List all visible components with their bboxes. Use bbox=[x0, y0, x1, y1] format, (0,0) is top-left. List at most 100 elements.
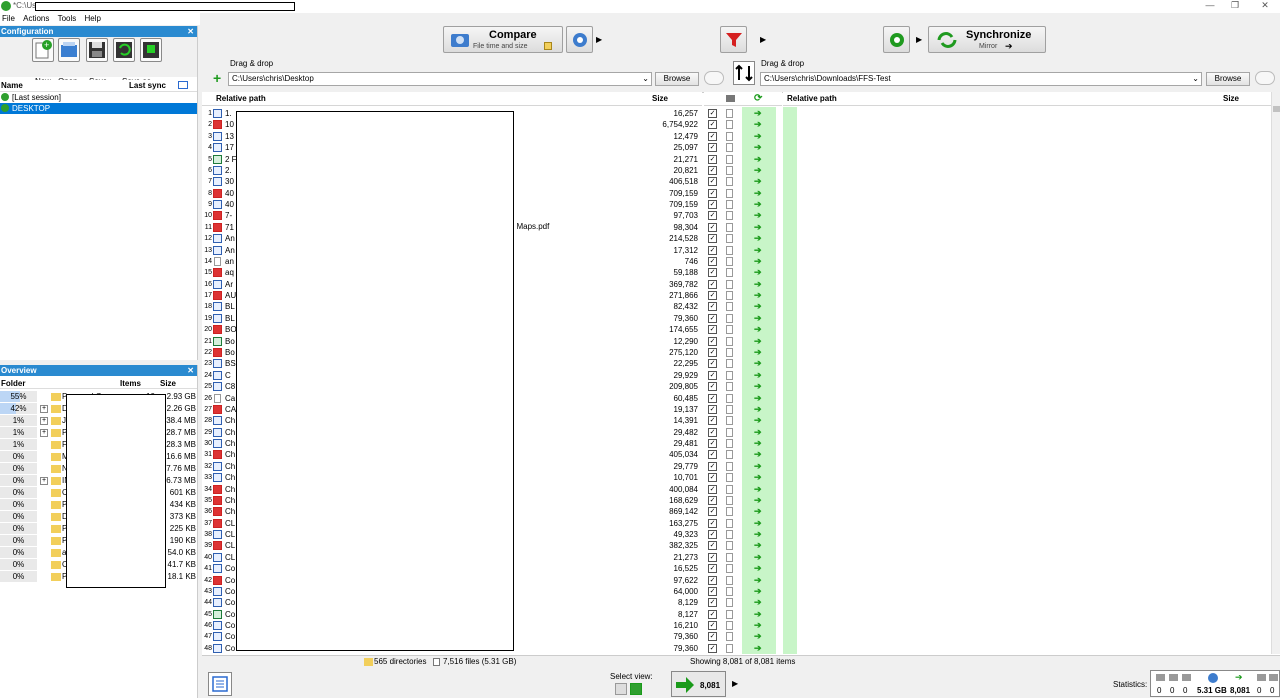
row-checkbox[interactable]: ✓ bbox=[708, 177, 717, 187]
sync-right-icon[interactable]: ➔ bbox=[754, 325, 764, 334]
row-checkbox[interactable]: ✓ bbox=[708, 507, 717, 517]
row-checkbox[interactable]: ✓ bbox=[708, 393, 717, 403]
cloud-icon[interactable] bbox=[704, 71, 724, 85]
columns-icon[interactable] bbox=[178, 81, 188, 89]
sync-right-icon[interactable]: ➔ bbox=[754, 382, 764, 391]
chevron-right-icon[interactable]: ▶ bbox=[732, 679, 738, 688]
sync-right-icon[interactable]: ➔ bbox=[754, 359, 764, 368]
menu-help[interactable]: Help bbox=[83, 13, 105, 23]
filter-button[interactable] bbox=[720, 26, 747, 53]
sync-right-icon[interactable]: ➔ bbox=[754, 234, 764, 243]
sync-right-icon[interactable]: ➔ bbox=[754, 484, 764, 494]
name-column[interactable]: Name bbox=[1, 81, 23, 90]
left-size-column[interactable]: Size bbox=[652, 92, 668, 106]
view-list-button[interactable] bbox=[208, 672, 232, 696]
sync-settings-button[interactable] bbox=[883, 26, 910, 53]
sync-right-icon[interactable]: ➔ bbox=[754, 143, 764, 152]
row-checkbox[interactable]: ✓ bbox=[708, 495, 717, 505]
sync-right-icon[interactable]: ➔ bbox=[754, 416, 764, 425]
vertical-scrollbar[interactable] bbox=[1271, 92, 1280, 654]
sync-right-icon[interactable]: ➔ bbox=[754, 609, 764, 619]
compare-button[interactable]: Compare File time and size bbox=[443, 26, 563, 53]
sync-right-icon[interactable]: ➔ bbox=[754, 347, 764, 357]
row-checkbox[interactable]: ✓ bbox=[708, 359, 717, 369]
right-path-input[interactable]: C:\Users\chris\Downloads\FFS-Test ⌄ bbox=[760, 72, 1202, 86]
row-checkbox[interactable]: ✓ bbox=[708, 165, 717, 175]
row-checkbox[interactable]: ✓ bbox=[708, 120, 717, 130]
sync-right-icon[interactable]: ➔ bbox=[754, 188, 764, 198]
row-checkbox[interactable]: ✓ bbox=[708, 518, 717, 528]
row-checkbox[interactable]: ✓ bbox=[708, 404, 717, 414]
sync-right-icon[interactable]: ➔ bbox=[754, 632, 764, 641]
row-checkbox[interactable]: ✓ bbox=[708, 222, 717, 232]
row-checkbox[interactable]: ✓ bbox=[708, 598, 717, 608]
right-path-column[interactable]: Relative path bbox=[787, 92, 837, 106]
sync-right-icon[interactable]: ➔ bbox=[754, 154, 764, 164]
row-checkbox[interactable]: ✓ bbox=[708, 450, 717, 460]
row-checkbox[interactable]: ✓ bbox=[708, 632, 717, 642]
sync-right-icon[interactable]: ➔ bbox=[754, 507, 764, 516]
row-checkbox[interactable]: ✓ bbox=[708, 621, 717, 631]
left-path-input[interactable]: C:\Users\chris\Desktop ⌄ bbox=[228, 72, 652, 86]
sync-right-icon[interactable]: ➔ bbox=[754, 109, 764, 118]
sync-right-icon[interactable]: ➔ bbox=[754, 268, 764, 277]
menu-tools[interactable]: Tools bbox=[56, 13, 81, 23]
row-checkbox[interactable]: ✓ bbox=[708, 370, 717, 380]
row-checkbox[interactable]: ✓ bbox=[708, 552, 717, 562]
sync-right-icon[interactable]: ➔ bbox=[754, 165, 764, 175]
sync-right-icon[interactable]: ➔ bbox=[754, 370, 764, 380]
row-checkbox[interactable]: ✓ bbox=[708, 268, 717, 278]
close-button[interactable]: ✕ bbox=[1250, 0, 1280, 13]
row-checkbox[interactable]: ✓ bbox=[708, 416, 717, 426]
save-batch-button[interactable] bbox=[140, 38, 162, 62]
sync-right-icon[interactable]: ➔ bbox=[754, 439, 764, 448]
chevron-right-icon[interactable]: ▶ bbox=[760, 35, 766, 44]
row-checkbox[interactable]: ✓ bbox=[708, 131, 717, 141]
row-checkbox[interactable]: ✓ bbox=[708, 188, 717, 198]
row-checkbox[interactable]: ✓ bbox=[708, 211, 717, 221]
menu-actions[interactable]: Actions bbox=[21, 13, 53, 23]
row-checkbox[interactable]: ✓ bbox=[708, 575, 717, 585]
row-checkbox[interactable]: ✓ bbox=[708, 109, 717, 118]
swap-sides-button[interactable] bbox=[733, 61, 755, 85]
row-checkbox[interactable]: ✓ bbox=[708, 325, 717, 335]
row-checkbox[interactable]: ✓ bbox=[708, 382, 717, 392]
row-checkbox[interactable]: ✓ bbox=[708, 530, 717, 540]
sync-right-icon[interactable]: ➔ bbox=[754, 211, 764, 220]
row-checkbox[interactable]: ✓ bbox=[708, 473, 717, 483]
sync-right-icon[interactable]: ➔ bbox=[754, 541, 764, 550]
row-checkbox[interactable]: ✓ bbox=[708, 256, 717, 266]
right-size-column[interactable]: Size bbox=[1223, 92, 1239, 106]
row-checkbox[interactable]: ✓ bbox=[708, 586, 717, 596]
sync-right-icon[interactable]: ➔ bbox=[754, 200, 764, 209]
sync-right-icon[interactable]: ➔ bbox=[754, 302, 764, 311]
sync-right-icon[interactable]: ➔ bbox=[754, 598, 764, 607]
sync-right-icon[interactable]: ➔ bbox=[754, 120, 764, 129]
close-icon[interactable]: ✕ bbox=[187, 26, 194, 37]
sync-right-icon[interactable]: ➔ bbox=[754, 393, 764, 403]
sync-action-icon[interactable]: ⟳ bbox=[754, 92, 762, 106]
chevron-down-icon[interactable]: ⌄ bbox=[642, 73, 649, 85]
sync-right-icon[interactable]: ➔ bbox=[754, 643, 764, 653]
sync-right-icon[interactable]: ➔ bbox=[754, 552, 764, 562]
row-checkbox[interactable]: ✓ bbox=[708, 484, 717, 494]
restore-button[interactable]: ❐ bbox=[1220, 0, 1250, 13]
row-checkbox[interactable]: ✓ bbox=[708, 245, 717, 255]
sync-right-icon[interactable]: ➔ bbox=[754, 450, 764, 459]
chevron-down-icon[interactable]: ⌄ bbox=[1192, 73, 1199, 85]
row-checkbox[interactable]: ✓ bbox=[708, 336, 717, 346]
chevron-right-icon[interactable]: ▶ bbox=[596, 35, 602, 44]
row-checkbox[interactable]: ✓ bbox=[708, 279, 717, 289]
sync-right-icon[interactable]: ➔ bbox=[754, 575, 764, 585]
sync-count-button[interactable]: 8,081 bbox=[671, 671, 726, 697]
sync-right-icon[interactable]: ➔ bbox=[754, 291, 764, 300]
add-folder-pair-icon[interactable]: + bbox=[213, 71, 227, 86]
cloud-icon[interactable] bbox=[1255, 71, 1275, 85]
sync-right-icon[interactable]: ➔ bbox=[754, 245, 764, 255]
sync-right-icon[interactable]: ➔ bbox=[754, 495, 764, 505]
right-browse-button[interactable]: Browse bbox=[1206, 72, 1250, 86]
left-browse-button[interactable]: Browse bbox=[655, 72, 699, 86]
row-checkbox[interactable]: ✓ bbox=[708, 200, 717, 210]
row-checkbox[interactable]: ✓ bbox=[708, 564, 717, 574]
row-checkbox[interactable]: ✓ bbox=[708, 143, 717, 153]
